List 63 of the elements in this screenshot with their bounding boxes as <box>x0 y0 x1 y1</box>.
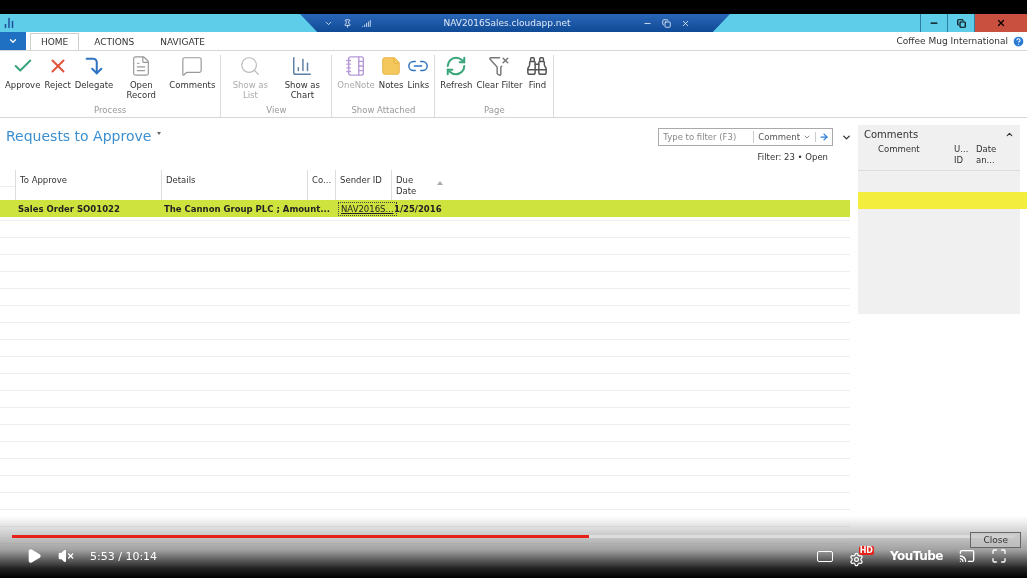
ribbon-action[interactable]: Show as Chart <box>276 55 329 105</box>
table-cell: 1/25/2016 <box>394 203 442 214</box>
arrow-down-icon <box>83 55 105 77</box>
app-menu-button[interactable] <box>0 32 26 50</box>
ribbon-action[interactable]: Approve <box>3 55 43 105</box>
chevron-down-icon <box>8 36 18 46</box>
help-icon[interactable] <box>1012 34 1025 48</box>
restore-icon <box>956 18 966 28</box>
ribbon-action[interactable]: Refresh <box>438 55 475 105</box>
chevron-down-icon <box>803 133 811 141</box>
close-icon[interactable] <box>681 18 690 28</box>
column-header[interactable]: U... ID <box>954 144 968 170</box>
column-header[interactable]: Comment <box>878 144 946 170</box>
restore-icon[interactable] <box>662 18 671 28</box>
app-logo-icon <box>3 17 15 29</box>
ribbon-action[interactable]: Delegate <box>72 55 116 105</box>
caret-icon[interactable] <box>157 132 162 135</box>
table-row[interactable]: Sales Order SO01022 The Cannon Group PLC ; Amount... NAV2016S...1/25/2016 <box>0 200 850 217</box>
ribbon-action[interactable]: Comments <box>167 55 218 105</box>
filter-clear-icon <box>488 55 511 77</box>
speech-bubble-icon <box>181 55 204 77</box>
fullscreen-icon[interactable] <box>991 548 1007 564</box>
ribbon-tab[interactable]: HOME <box>30 33 80 50</box>
close-button[interactable]: Close <box>970 532 1021 548</box>
ribbon-action[interactable]: Find <box>524 55 551 105</box>
progress-track[interactable] <box>12 535 1015 538</box>
page-title: Requests to Approve <box>6 128 152 144</box>
hd-badge: HD <box>858 545 874 555</box>
binoculars-icon <box>526 55 549 77</box>
refresh-icon <box>445 55 468 77</box>
video-time: 5:53 / 10:14 <box>90 549 158 563</box>
mute-icon[interactable] <box>58 548 74 564</box>
ribbon-action[interactable]: Open Record <box>115 55 168 105</box>
cast-icon[interactable] <box>959 548 975 564</box>
group-label: Process <box>93 105 128 117</box>
filter-field[interactable]: Type to filter (F3) Comment <box>658 128 833 146</box>
company-name: Coffee Mug International <box>896 36 1008 46</box>
panel-title: Comments <box>864 129 919 140</box>
youtube-logo[interactable]: YouTube <box>890 549 943 563</box>
group-label: Show Attached <box>350 105 417 117</box>
settings-icon <box>849 551 864 567</box>
collapse-icon[interactable] <box>1005 130 1014 139</box>
group-label: Page <box>483 105 506 117</box>
ribbon-action[interactable]: Notes <box>376 55 406 105</box>
window-title: NAV2016Sales.cloudapp.net <box>442 18 572 28</box>
ribbon-action[interactable]: Links <box>405 55 432 105</box>
captions-icon[interactable] <box>817 550 833 562</box>
signal-icon <box>362 18 371 28</box>
close-icon <box>996 18 1006 28</box>
settings-button[interactable]: HD <box>849 545 874 567</box>
ribbon-action[interactable]: Clear Filter <box>474 55 525 105</box>
pin-icon[interactable] <box>343 18 352 28</box>
sticky-note-icon <box>380 55 403 77</box>
table-cell: The Cannon Group PLC ; Amount... <box>164 203 330 214</box>
table-cell: Sales Order SO01022 <box>18 203 120 214</box>
ribbon-action[interactable]: Reject <box>42 55 73 105</box>
field-dropdown[interactable]: Comment <box>753 131 815 143</box>
column-header[interactable]: Date an... <box>976 144 1006 170</box>
sort-icon <box>437 181 443 185</box>
group-label: View <box>265 105 288 117</box>
play-icon[interactable] <box>26 548 42 564</box>
chart-icon <box>291 55 314 77</box>
filter-status: Filter: 23 • Open <box>757 152 828 162</box>
